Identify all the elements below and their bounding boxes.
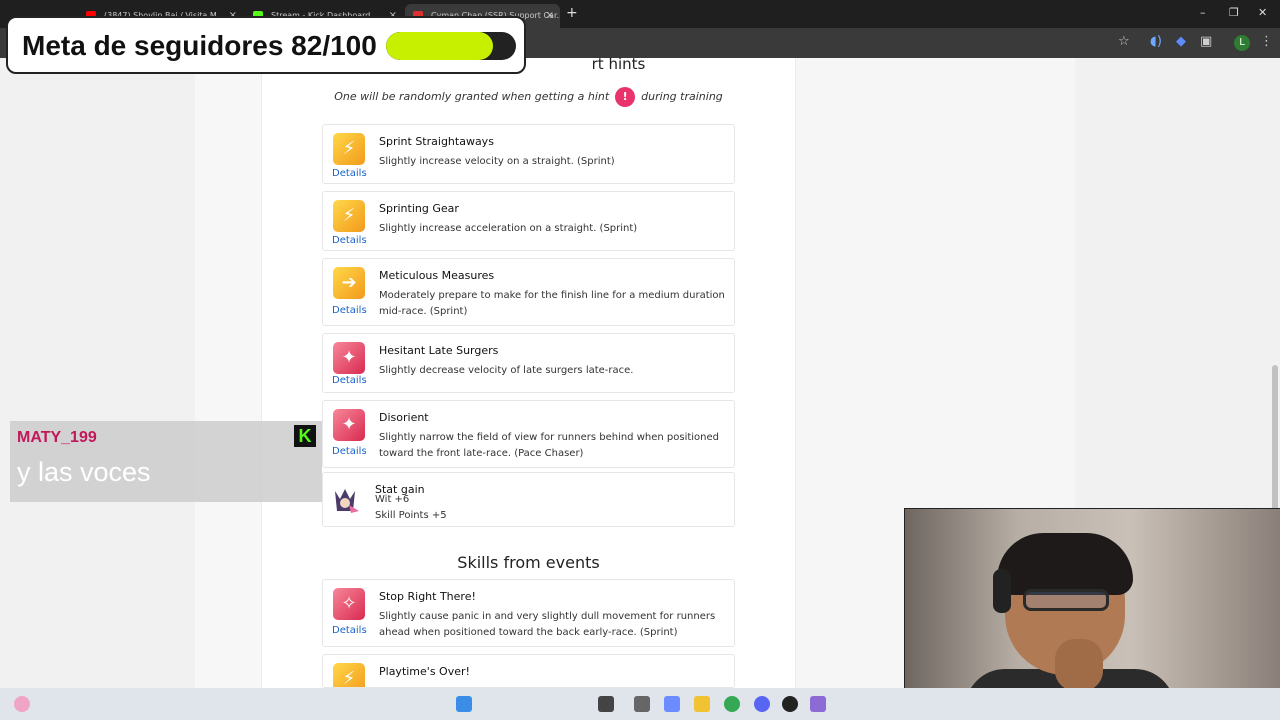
hint-note-after: during training: [641, 90, 723, 103]
sprint-icon: ⚡: [333, 200, 365, 232]
skill-name: Stop Right There!: [379, 590, 476, 603]
weather-icon[interactable]: [14, 696, 30, 712]
left-gutter: [195, 58, 262, 688]
bookmark-star-icon[interactable]: ☆: [1118, 34, 1130, 49]
details-link[interactable]: Details: [332, 446, 367, 457]
minimize-icon[interactable]: –: [1200, 6, 1206, 19]
sprint-icon: ⚡: [333, 663, 365, 687]
follower-goal-widget: Meta de seguidores 82/100: [6, 16, 526, 74]
kick-icon: K: [294, 425, 316, 447]
follower-goal-text: Meta de seguidores 82/100: [22, 30, 377, 61]
arrow-icon: ➔: [333, 267, 365, 299]
details-link[interactable]: Details: [332, 375, 367, 386]
follower-goal-bar: [386, 32, 516, 60]
skill-name: Sprint Straightaways: [379, 135, 494, 148]
skill-description: Slightly decrease velocity of late surge…: [379, 365, 634, 376]
hint-note: One will be randomly granted when gettin…: [262, 87, 795, 107]
skill-card: ⚡ Playtime's Over!: [322, 654, 735, 688]
start-icon[interactable]: [456, 696, 472, 712]
skill-description: Slightly increase acceleration on a stra…: [379, 223, 638, 234]
follower-goal-fill: [386, 32, 493, 60]
skill-card: ✧ Details Stop Right There! Slightly cau…: [322, 579, 735, 647]
scrollbar-thumb[interactable]: [1272, 365, 1278, 510]
skill-name: Disorient: [379, 411, 429, 424]
chat-username: MATY_199: [17, 429, 97, 446]
debuff-icon: ✦: [333, 342, 365, 374]
skill-description: Slightly increase velocity on a straight…: [379, 156, 615, 167]
chrome-icon[interactable]: [724, 696, 740, 712]
audio-icon[interactable]: ◖): [1150, 34, 1162, 49]
skill-description: Slightly narrow the field of view for ru…: [379, 432, 720, 459]
skill-description: Moderately prepare to make for the finis…: [379, 290, 725, 317]
skill-name: Playtime's Over!: [379, 665, 470, 678]
character-icon: [329, 485, 361, 517]
file-explorer-icon[interactable]: [694, 696, 710, 712]
profile-avatar[interactable]: L: [1234, 35, 1250, 51]
task-view-icon[interactable]: [598, 696, 614, 712]
sprint-icon: ⚡: [333, 133, 365, 165]
skill-card: ✦ Details Disorient Slightly narrow the …: [322, 400, 735, 468]
skill-card: ⚡ Details Sprinting Gear Slightly increa…: [322, 191, 735, 251]
debuff-icon: ✦: [333, 409, 365, 441]
menu-kebab-icon[interactable]: ⋮: [1260, 34, 1273, 49]
obs-icon[interactable]: [782, 696, 798, 712]
events-heading: Skills from events: [457, 553, 600, 572]
details-link[interactable]: Details: [332, 625, 367, 636]
maximize-icon[interactable]: ❐: [1229, 6, 1239, 19]
skill-description: Slightly cause panic in and very slightl…: [379, 611, 716, 638]
extensions-puzzle-icon[interactable]: ▣: [1200, 34, 1212, 49]
skill-card: ➔ Details Meticulous Measures Moderately…: [322, 258, 735, 326]
copilot-icon[interactable]: [664, 696, 680, 712]
details-link[interactable]: Details: [332, 235, 367, 246]
hint-exclamation-icon: !: [615, 87, 636, 107]
chat-message-overlay: MATY_199 K y las voces: [10, 421, 322, 502]
skill-card: ⚡ Details Sprint Straightaways Slightly …: [322, 124, 735, 184]
stat-gain-line: Skill Points +5: [375, 510, 447, 521]
skill-name: Meticulous Measures: [379, 269, 495, 282]
stat-gain-line: Wit +6: [375, 494, 410, 505]
extension-shield-icon[interactable]: ◆: [1176, 34, 1186, 49]
chat-message-text: y las voces: [17, 457, 151, 487]
stat-gain-card: Stat gain Wit +6 Skill Points +5: [322, 472, 735, 527]
close-tab-icon[interactable]: ×: [546, 4, 554, 28]
skill-card: ✦ Details Hesitant Late Surgers Slightly…: [322, 333, 735, 393]
close-window-icon[interactable]: ✕: [1258, 6, 1267, 19]
details-link[interactable]: Details: [332, 305, 367, 316]
widgets-icon[interactable]: [634, 696, 650, 712]
hint-note-before: One will be randomly granted when gettin…: [334, 90, 610, 103]
skill-name: Hesitant Late Surgers: [379, 344, 499, 357]
skill-name: Sprinting Gear: [379, 202, 459, 215]
sparkle-icon: ✧: [333, 588, 365, 620]
app-icon[interactable]: [810, 696, 826, 712]
details-link[interactable]: Details: [332, 168, 367, 179]
new-tab-button[interactable]: +: [566, 5, 578, 21]
discord-icon[interactable]: [754, 696, 770, 712]
